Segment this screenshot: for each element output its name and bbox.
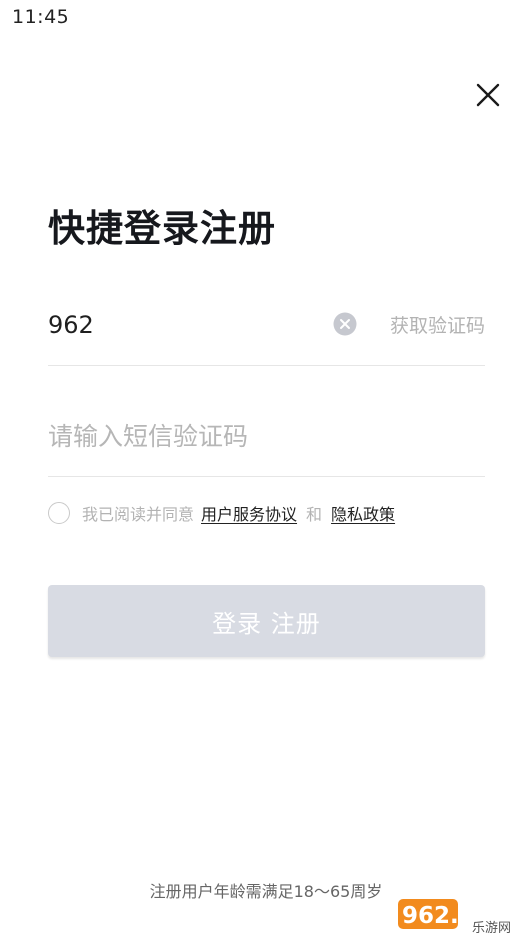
clear-circle-icon xyxy=(333,312,357,336)
login-register-label: 登录 注册 xyxy=(212,609,321,638)
agreement-and: 和 xyxy=(306,505,323,524)
user-agreement-link[interactable]: 用户服务协议 xyxy=(201,501,297,525)
phone-row: 获取验证码 xyxy=(48,297,485,366)
privacy-policy-link[interactable]: 隐私政策 xyxy=(331,501,395,525)
close-icon xyxy=(476,83,500,107)
code-row xyxy=(48,408,485,477)
watermark-logo: 962.NET 乐游网 xyxy=(398,899,511,936)
agreement-checkbox[interactable] xyxy=(48,502,70,524)
page-title: 快捷登录注册 xyxy=(48,207,276,250)
login-register-button[interactable]: 登录 注册 xyxy=(48,585,485,657)
status-bar-time: 11:45 xyxy=(12,6,70,28)
get-code-button[interactable]: 获取验证码 xyxy=(390,311,485,338)
sms-code-input[interactable] xyxy=(48,408,468,464)
watermark-text-bottom: 乐游网 xyxy=(472,921,511,936)
agreement-row: 我已阅读并同意 用户服务协议 和 隐私政策 xyxy=(48,500,395,526)
agreement-prefix: 我已阅读并同意 xyxy=(82,505,195,524)
phone-input[interactable] xyxy=(48,297,318,353)
clear-phone-button[interactable] xyxy=(333,312,357,336)
close-button[interactable] xyxy=(472,79,504,111)
